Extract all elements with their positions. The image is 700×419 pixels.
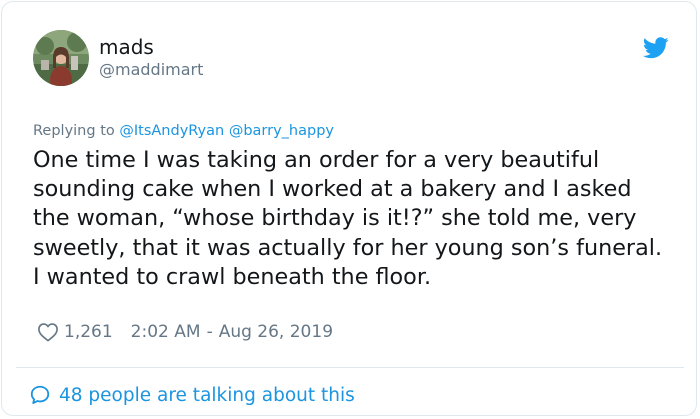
divider (16, 367, 684, 368)
replying-to: Replying to @ItsAndyRyan @barry_happy (33, 122, 334, 140)
conversation-label[interactable]: 48 people are talking about this (59, 385, 355, 406)
mention-link[interactable]: @barry_happy (229, 123, 334, 139)
mention-link[interactable]: @ItsAndyRyan (119, 123, 224, 139)
twitter-bird-icon[interactable] (642, 37, 669, 59)
conversation-link[interactable]: 48 people are talking about this (29, 384, 355, 406)
heart-outline-icon[interactable] (37, 322, 59, 342)
tweet-text: One time I was taking an order for a ver… (33, 147, 663, 290)
author-handle[interactable]: @maddimart (99, 60, 203, 80)
tweet-meta: 1,261 2:02 AM - Aug 26, 2019 (37, 320, 333, 344)
avatar-photo (33, 30, 89, 86)
speech-bubble-icon (29, 384, 51, 406)
avatar[interactable] (33, 30, 89, 86)
tweet-date[interactable]: Aug 26, 2019 (219, 322, 333, 342)
replying-to-label: Replying to (33, 123, 115, 139)
tweet-card[interactable]: mads @maddimart Replying to @ItsAndyRyan… (1, 1, 697, 416)
meta-separator: - (206, 322, 213, 342)
author-display-name[interactable]: mads (99, 35, 154, 59)
like-count[interactable]: 1,261 (64, 322, 113, 342)
tweet-time[interactable]: 2:02 AM (131, 322, 201, 342)
